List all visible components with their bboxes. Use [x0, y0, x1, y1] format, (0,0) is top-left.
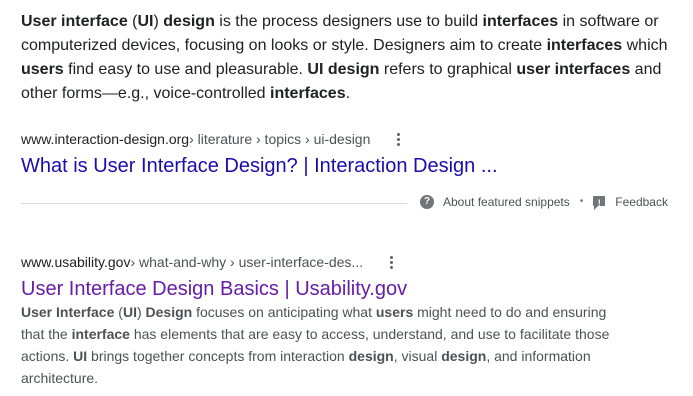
highlighted-term: UI — [137, 13, 154, 30]
more-vert-icon[interactable] — [383, 253, 399, 271]
search-results-page: User interface (UI) design is the proces… — [0, 0, 693, 396]
highlighted-term: users — [21, 61, 64, 78]
highlighted-term: UI design — [307, 61, 380, 78]
highlighted-term: UI — [73, 348, 88, 364]
more-vert-icon[interactable] — [390, 130, 406, 148]
highlighted-term: interfaces — [270, 85, 346, 102]
highlighted-term: user interfaces — [516, 61, 631, 78]
highlighted-term: User interface — [21, 13, 128, 30]
highlighted-term: interface — [71, 326, 130, 342]
featured-snippet-title-link[interactable]: What is User Interface Design? | Interac… — [21, 153, 498, 179]
feedback-link[interactable]: Feedback — [593, 193, 668, 212]
result-title-link[interactable]: User Interface Design Basics | Usability… — [21, 276, 407, 302]
cite-path: › what-and-why › user-interface-des... — [130, 254, 364, 270]
feedback-label: Feedback — [615, 195, 668, 209]
highlighted-term: Design — [145, 304, 193, 320]
cite-domain: www.usability.gov — [21, 254, 131, 270]
featured-snippet-meta: ? About featured snippets • Feedback — [420, 193, 668, 212]
cite-domain: www.interaction-design.org — [21, 131, 190, 147]
featured-snippet-text: User interface (UI) design is the proces… — [21, 13, 668, 102]
feedback-icon — [593, 194, 606, 212]
about-featured-snippets-link[interactable]: ? About featured snippets — [420, 193, 570, 211]
cite-path: › literature › topics › ui-design — [189, 131, 371, 147]
result-cite[interactable]: www.usability.gov › what-and-why › user-… — [21, 253, 399, 271]
meta-separator: • — [579, 196, 584, 207]
highlighted-term: interfaces — [482, 13, 559, 30]
highlighted-term: design — [441, 348, 487, 364]
highlighted-term: design — [348, 348, 394, 364]
highlighted-term: users — [375, 304, 414, 320]
highlighted-term: UI — [122, 304, 137, 320]
result-description: User Interface (UI) Design focuses on an… — [21, 304, 610, 386]
divider — [21, 203, 407, 204]
highlighted-term: User Interface — [21, 304, 115, 320]
highlighted-term: interfaces — [546, 37, 623, 54]
help-circle-icon: ? — [420, 195, 434, 209]
highlighted-term: design — [163, 13, 215, 30]
featured-snippet-cite[interactable]: www.interaction-design.org › literature … — [21, 130, 406, 148]
about-featured-snippets-label: About featured snippets — [443, 195, 570, 209]
